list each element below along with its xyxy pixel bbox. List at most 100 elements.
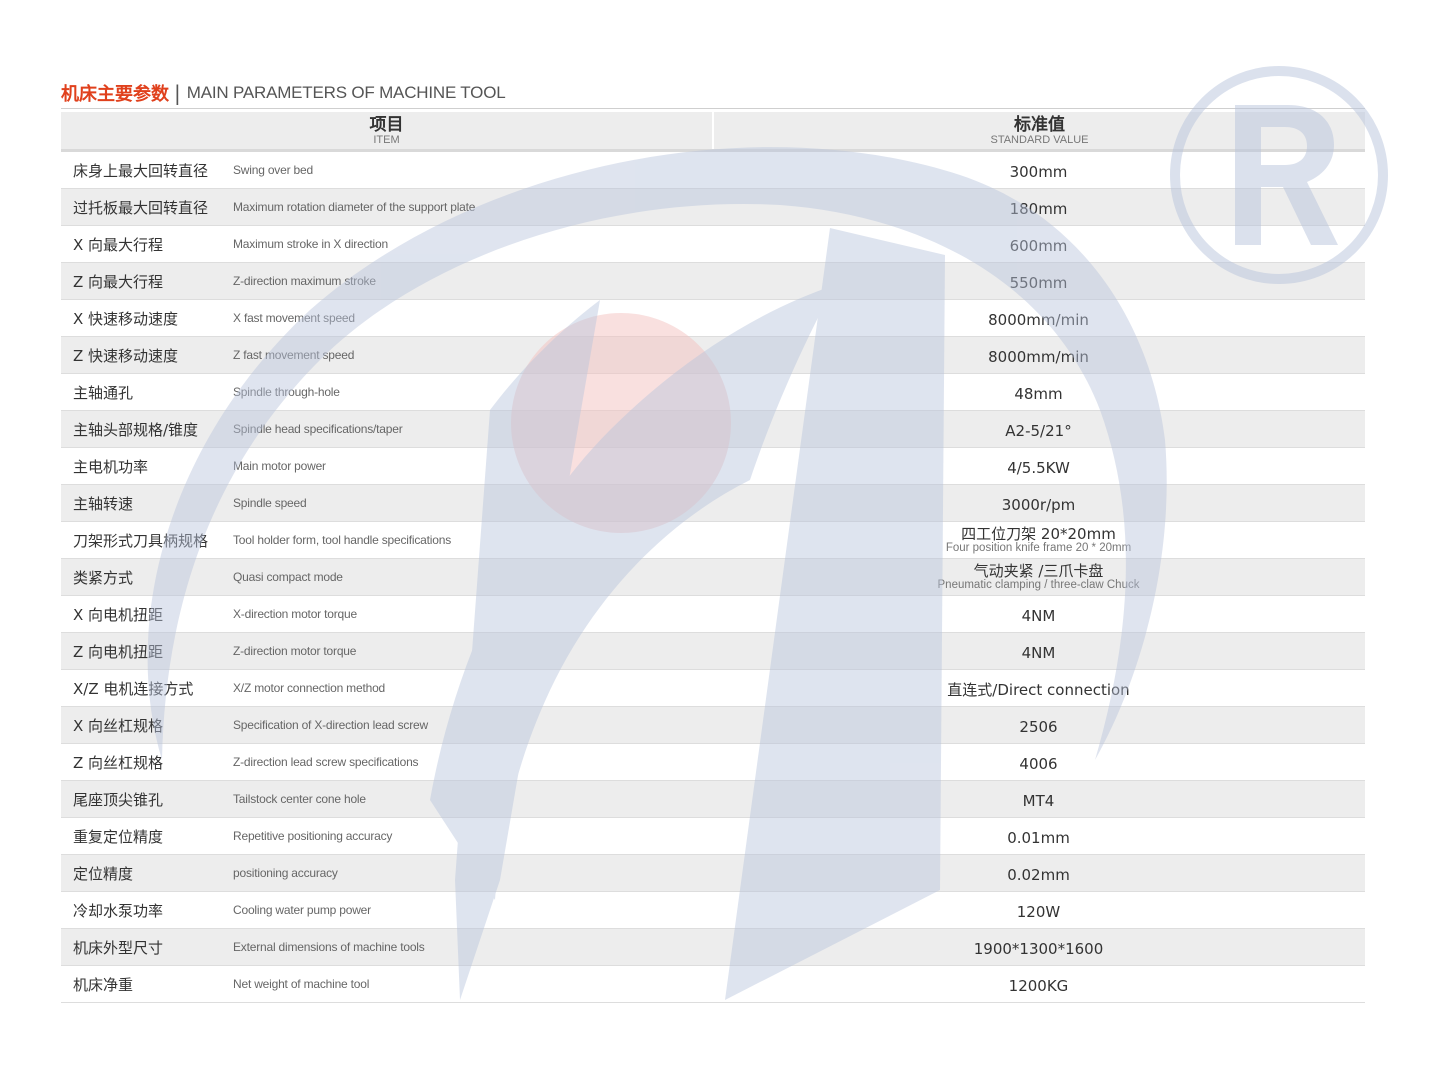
param-name-cn: X 向电机扭距 [73,605,164,624]
param-name-cn: 定位精度 [73,864,134,883]
param-value-main: 4006 [1019,755,1058,773]
param-value-main: 1900*1300*1600 [973,940,1104,958]
param-value-main: 120W [1016,903,1061,921]
table-row: 刀架形式刀具柄规格 Tool holder form, tool handle s… [61,522,1365,559]
param-name-en: Main motor power [233,459,326,473]
param-value-main: 180mm [1009,200,1068,218]
param-value-main: 3000r/pm [1001,496,1076,514]
param-name-cn: 主轴转速 [73,494,134,513]
param-name-cn: 刀架形式刀具柄规格 [73,531,209,550]
param-value-main: 直连式/Direct connection [947,681,1130,699]
param-value-main: 300mm [1009,163,1068,181]
param-value: 3000r/pm [712,493,1365,513]
param-value-main: 气动夹紧 /三爪卡盘 [973,561,1104,580]
param-value-main: 四工位刀架 20*20mm [961,524,1116,543]
param-value: A2-5/21° [712,419,1365,439]
table-row: Z 快速移动速度 Z fast movement speed 8000mm/min [61,337,1365,374]
table-row: X 向丝杠规格 Specification of X-direction lead… [61,707,1365,744]
param-value-main: 48mm [1014,385,1063,403]
param-value: 8000mm/min [712,308,1365,328]
param-name-cn: 冷却水泵功率 [73,901,164,920]
param-name-cn: 尾座顶尖锥孔 [73,790,164,809]
param-name-cn: 主轴通孔 [73,383,134,402]
param-name-cn: X/Z 电机连接方式 [73,679,194,698]
param-value-main: 0.01mm [1007,829,1070,847]
param-name-cn: X 向最大行程 [73,235,164,254]
table-row: X 向最大行程 Maximum stroke in X direction 600m… [61,226,1365,263]
param-name-en: Tailstock center cone hole [233,792,366,806]
param-value: 4006 [712,752,1365,772]
param-value-main: 8000mm/min [988,311,1089,329]
param-value: 0.01mm [712,826,1365,846]
table-row: 过托板最大回转直径 Maximum rotation diameter of th… [61,189,1365,226]
table-row: X 快速移动速度 X fast movement speed 8000mm/min [61,300,1365,337]
param-name-en: Maximum rotation diameter of the support… [233,200,476,214]
param-value: 300mm [712,160,1365,180]
param-value: 1200KG [712,974,1365,994]
param-name-cn: Z 快速移动速度 [73,346,179,365]
table-row: 机床净重 Net weight of machine tool 1200KG [61,966,1365,1003]
param-value: 180mm [712,197,1365,217]
param-value: 48mm [712,382,1365,402]
table-row: 定位精度 positioning accuracy 0.02mm [61,855,1365,892]
param-name-cn: Z 向最大行程 [73,272,164,291]
param-value: 四工位刀架 20*20mm Four position knife frame 2… [712,526,1365,555]
header-item-en: ITEM [373,133,400,146]
param-name-en: Swing over bed [233,163,313,177]
header-value-cn: 标准值 [1014,114,1065,135]
param-value-main: 0.02mm [1007,866,1070,884]
param-name-en: Cooling water pump power [233,903,371,917]
param-value: MT4 [712,789,1365,809]
param-value: 1900*1300*1600 [712,937,1365,957]
table-row: X 向电机扭距 X-direction motor torque 4NM [61,596,1365,633]
param-value: 4/5.5KW [712,456,1365,476]
param-value-main: 4NM [1021,607,1056,625]
table-row: 机床外型尺寸 External dimensions of machine too… [61,929,1365,966]
param-name-cn: 机床净重 [73,975,134,994]
param-name-en: Spindle head specifications/taper [233,422,403,436]
param-name-en: Z-direction motor torque [233,644,357,658]
param-name-en: Spindle speed [233,496,307,510]
param-value-main: 600mm [1009,237,1068,255]
header-value-en: STANDARD VALUE [990,133,1089,146]
header-item-cn: 项目 [369,114,404,135]
param-value: 2506 [712,715,1365,735]
param-value: 气动夹紧 /三爪卡盘 Pneumatic clamping / three-cla… [712,563,1365,592]
param-name-en: Z-direction maximum stroke [233,274,376,288]
param-name-en: Specification of X-direction lead screw [233,718,428,732]
header-item: 项目 ITEM [61,112,714,149]
param-value: 直连式/Direct connection [712,678,1365,698]
table-body: 床身上最大回转直径 Swing over bed 300mm 过托板最大回转直径 Max… [61,152,1365,1003]
table-row: 主轴转速 Spindle speed 3000r/pm [61,485,1365,522]
param-name-en: Net weight of machine tool [233,977,370,991]
param-name-cn: 重复定位精度 [73,827,164,846]
param-name-en: Z-direction lead screw specifications [233,755,419,769]
param-name-cn: 类紧方式 [73,568,134,587]
table-row: Z 向电机扭距 Z-direction motor torque 4NM [61,633,1365,670]
param-name-cn: X 向丝杠规格 [73,716,164,735]
param-value-sub: Pneumatic clamping / three-claw Chuck [937,578,1140,591]
param-value: 120W [712,900,1365,920]
param-name-cn: 主轴头部规格/锥度 [73,420,199,439]
param-value-main: 8000mm/min [988,348,1089,366]
table-row: 冷却水泵功率 Cooling water pump power 120W [61,892,1365,929]
table-row: 尾座顶尖锥孔 Tailstock center cone hole MT4 [61,781,1365,818]
param-value-main: A2-5/21° [1005,422,1072,440]
param-name-en: Z fast movement speed [233,348,355,362]
param-value-main: MT4 [1022,792,1055,810]
param-name-cn: 过托板最大回转直径 [73,198,209,217]
param-name-en: Spindle through-hole [233,385,340,399]
param-value: 8000mm/min [712,345,1365,365]
param-value-main: 550mm [1009,274,1068,292]
param-name-en: Tool holder form, tool handle specificat… [233,533,451,547]
table-row: 重复定位精度 Repetitive positioning accuracy 0.0… [61,818,1365,855]
table-row: Z 向丝杠规格 Z-direction lead screw specificat… [61,744,1365,781]
header-value: 标准值 STANDARD VALUE [714,112,1365,149]
param-value: 550mm [712,271,1365,291]
param-name-cn: 主电机功率 [73,457,149,476]
param-name-en: X/Z motor connection method [233,681,386,695]
table-row: X/Z 电机连接方式 X/Z motor connection method 直连式… [61,670,1365,707]
table-row: 主轴头部规格/锥度 Spindle head specifications/tap… [61,411,1365,448]
param-value: 4NM [712,641,1365,661]
param-name-en: Maximum stroke in X direction [233,237,388,251]
